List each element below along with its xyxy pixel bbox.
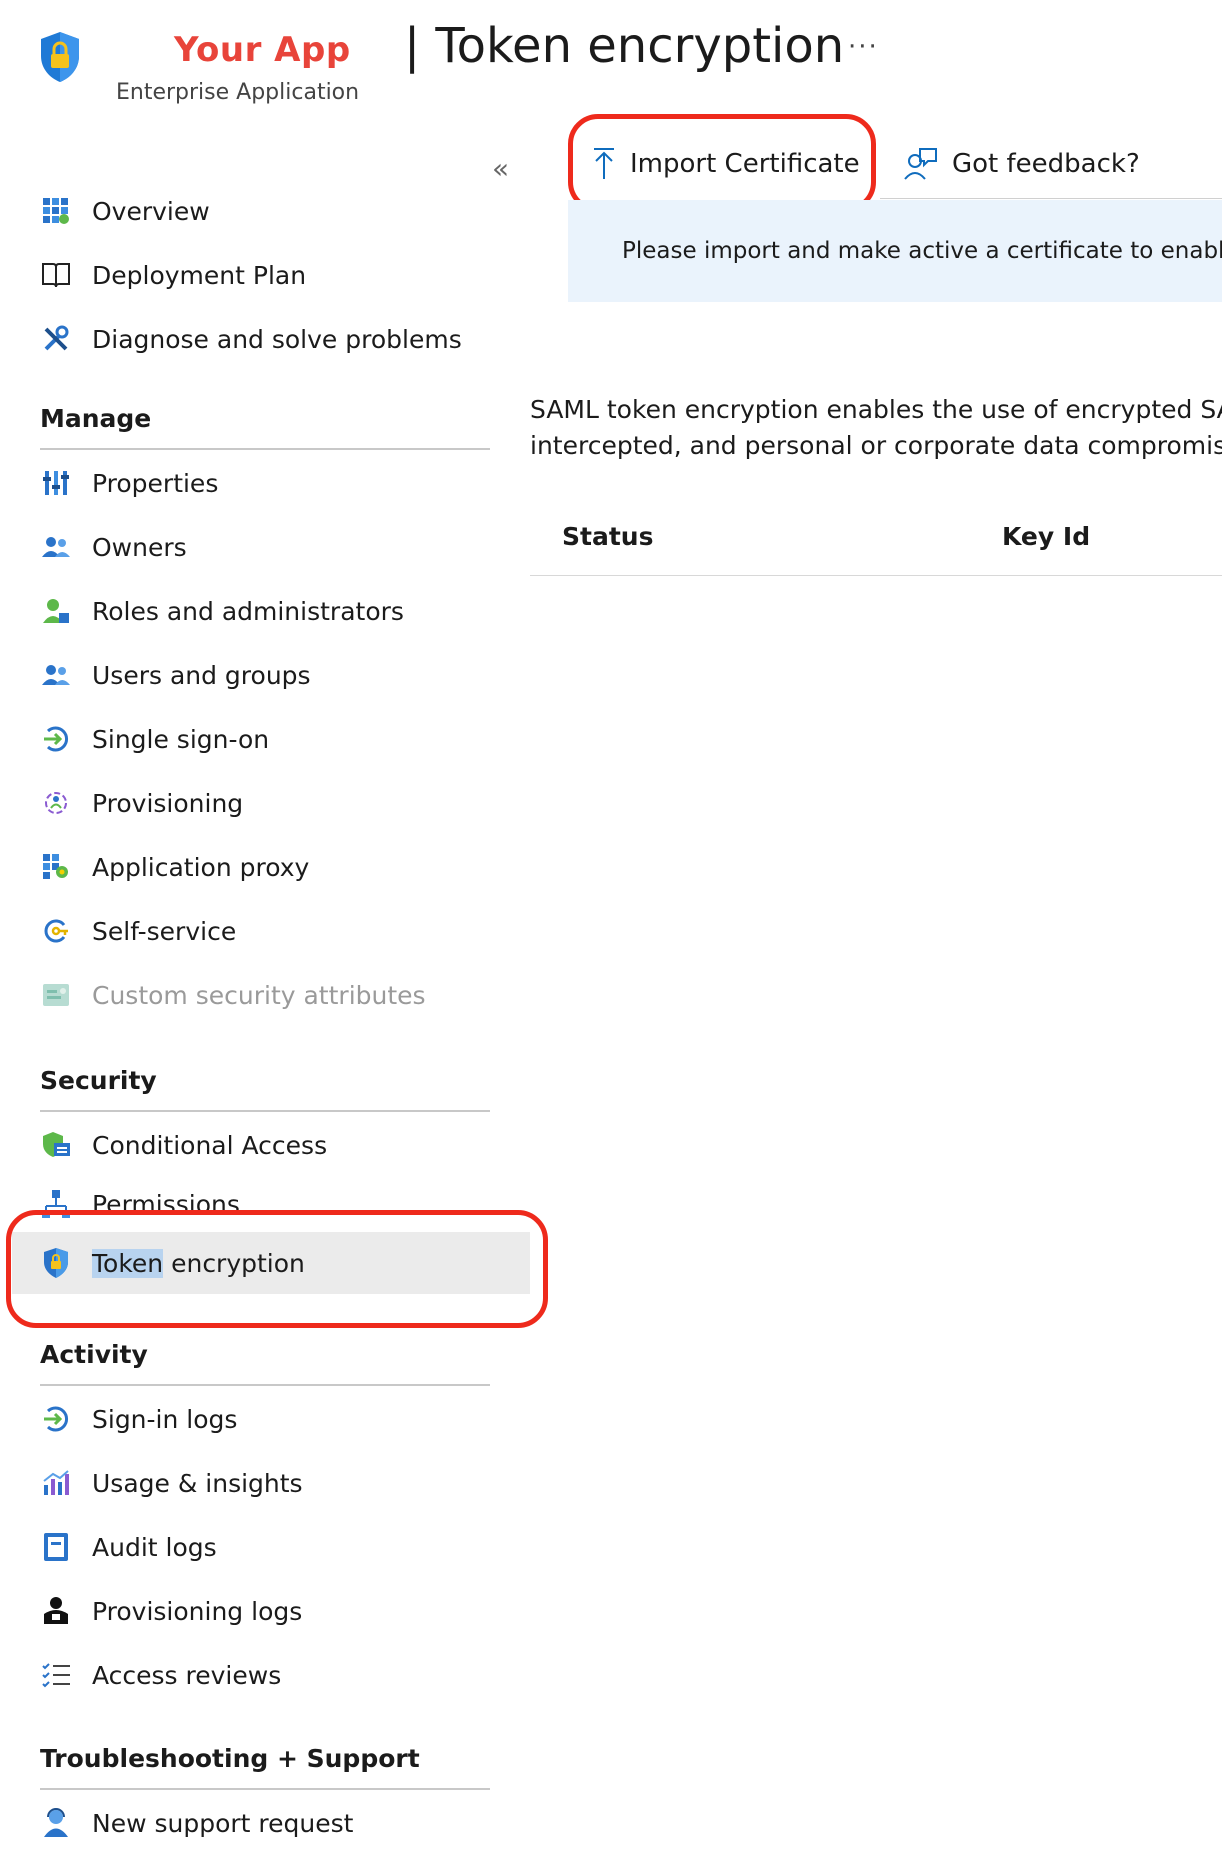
book-icon bbox=[40, 259, 72, 291]
sidebar-item-label: Conditional Access bbox=[92, 1130, 328, 1160]
sidebar-item-label: Deployment Plan bbox=[92, 260, 307, 290]
annotation-highlight-ring bbox=[568, 114, 876, 212]
sidebar-item-usage-insights[interactable]: Usage & insights bbox=[40, 1458, 530, 1508]
shield-lock-icon bbox=[41, 32, 79, 82]
section-title-security: Security bbox=[40, 1066, 157, 1095]
sidebar-item-new-support-request[interactable]: New support request bbox=[40, 1798, 530, 1848]
section-title-support: Troubleshooting + Support bbox=[40, 1744, 420, 1773]
sidebar-item-conditional-access[interactable]: Conditional Access bbox=[40, 1120, 530, 1170]
table-header-divider bbox=[530, 575, 1222, 576]
sidebar-item-label: Application proxy bbox=[92, 852, 310, 882]
signin-logs-icon bbox=[40, 1403, 72, 1435]
app-name: Your App bbox=[174, 30, 351, 70]
provisioning-logs-icon bbox=[40, 1595, 72, 1627]
sidebar-item-label: Usage & insights bbox=[92, 1468, 303, 1498]
sidebar-item-audit-logs[interactable]: Audit logs bbox=[40, 1522, 530, 1572]
sidebar-item-label: Provisioning logs bbox=[92, 1596, 303, 1626]
sidebar-item-label: Sign-in logs bbox=[92, 1404, 238, 1434]
app-proxy-icon bbox=[40, 851, 72, 883]
usage-insights-icon bbox=[40, 1467, 72, 1499]
sidebar-item-deployment-plan[interactable]: Deployment Plan bbox=[40, 250, 530, 300]
section-divider bbox=[40, 448, 490, 450]
sidebar-item-single-sign-on[interactable]: Single sign-on bbox=[40, 714, 530, 764]
description-text: SAML token encryption enables the use of… bbox=[530, 392, 1222, 464]
sidebar-item-diagnose[interactable]: Diagnose and solve problems bbox=[40, 314, 530, 364]
sidebar-item-signin-logs[interactable]: Sign-in logs bbox=[40, 1394, 530, 1444]
feedback-button[interactable]: Got feedback? bbox=[904, 138, 1140, 190]
sidebar-item-label: Owners bbox=[92, 532, 187, 562]
sso-icon bbox=[40, 723, 72, 755]
sidebar-item-label: Users and groups bbox=[92, 660, 311, 690]
sidebar-item-self-service[interactable]: Self-service bbox=[40, 906, 530, 956]
users-groups-icon bbox=[40, 659, 72, 691]
more-options-button[interactable]: ··· bbox=[848, 32, 879, 62]
page-title: | Token encryption bbox=[404, 18, 845, 74]
feedback-person-icon bbox=[904, 148, 937, 180]
feedback-label: Got feedback? bbox=[952, 149, 1140, 179]
audit-logs-icon bbox=[40, 1531, 72, 1563]
section-title-activity: Activity bbox=[40, 1340, 148, 1369]
custom-attributes-icon bbox=[40, 979, 72, 1011]
sidebar-item-label: New support request bbox=[92, 1808, 354, 1838]
description-line-1: SAML token encryption enables the use of… bbox=[530, 395, 1222, 424]
overview-grid-icon bbox=[40, 195, 72, 227]
column-header-status[interactable]: Status bbox=[562, 522, 653, 551]
sidebar-item-label: Provisioning bbox=[92, 788, 244, 818]
owners-icon bbox=[40, 531, 72, 563]
section-divider bbox=[40, 1788, 490, 1790]
sidebar-item-label: Overview bbox=[92, 196, 210, 226]
app-subtitle: Enterprise Application bbox=[116, 80, 360, 105]
access-reviews-icon bbox=[40, 1659, 72, 1691]
description-line-2: intercepted, and personal or corporate d… bbox=[530, 428, 1222, 464]
app-logo bbox=[38, 30, 82, 84]
sidebar-item-provisioning-logs[interactable]: Provisioning logs bbox=[40, 1586, 530, 1636]
section-divider bbox=[40, 1384, 490, 1386]
self-service-icon bbox=[40, 915, 72, 947]
section-title-manage: Manage bbox=[40, 404, 152, 433]
toolbar-divider bbox=[880, 198, 1222, 199]
sidebar-item-label: Custom security attributes bbox=[92, 980, 426, 1010]
sidebar-item-label: Access reviews bbox=[92, 1660, 282, 1690]
sidebar-item-label: Diagnose and solve problems bbox=[92, 324, 462, 354]
provisioning-icon bbox=[40, 787, 72, 819]
sidebar-item-label: Self-service bbox=[92, 916, 237, 946]
section-divider bbox=[40, 1110, 490, 1112]
sidebar-item-properties[interactable]: Properties bbox=[40, 458, 530, 508]
sidebar-item-provisioning[interactable]: Provisioning bbox=[40, 778, 530, 828]
support-request-icon bbox=[40, 1807, 72, 1839]
sidebar-item-label: Properties bbox=[92, 468, 219, 498]
properties-icon bbox=[40, 467, 72, 499]
info-banner-text: Please import and make active a certific… bbox=[622, 238, 1222, 264]
sidebar-item-label: Audit logs bbox=[92, 1532, 217, 1562]
sidebar-item-roles[interactable]: Roles and administrators bbox=[40, 586, 530, 636]
sidebar-item-overview[interactable]: Overview bbox=[40, 186, 530, 236]
sidebar-item-label: Single sign-on bbox=[92, 724, 270, 754]
wrench-icon bbox=[40, 323, 72, 355]
collapse-sidebar-button[interactable]: « bbox=[492, 152, 509, 185]
annotation-highlight-ring bbox=[6, 1210, 548, 1328]
info-banner: Please import and make active a certific… bbox=[568, 200, 1222, 302]
roles-icon bbox=[40, 595, 72, 627]
description-line-2-text: intercepted, and personal or corporate d… bbox=[530, 431, 1222, 460]
sidebar-item-custom-attributes: Custom security attributes bbox=[40, 970, 530, 1020]
sidebar-item-access-reviews[interactable]: Access reviews bbox=[40, 1650, 530, 1700]
sidebar-item-users-groups[interactable]: Users and groups bbox=[40, 650, 530, 700]
sidebar-item-app-proxy[interactable]: Application proxy bbox=[40, 842, 530, 892]
sidebar-item-owners[interactable]: Owners bbox=[40, 522, 530, 572]
sidebar-item-label: Roles and administrators bbox=[92, 596, 404, 626]
conditional-access-icon bbox=[40, 1129, 72, 1161]
column-header-key-id[interactable]: Key Id bbox=[1002, 522, 1090, 551]
